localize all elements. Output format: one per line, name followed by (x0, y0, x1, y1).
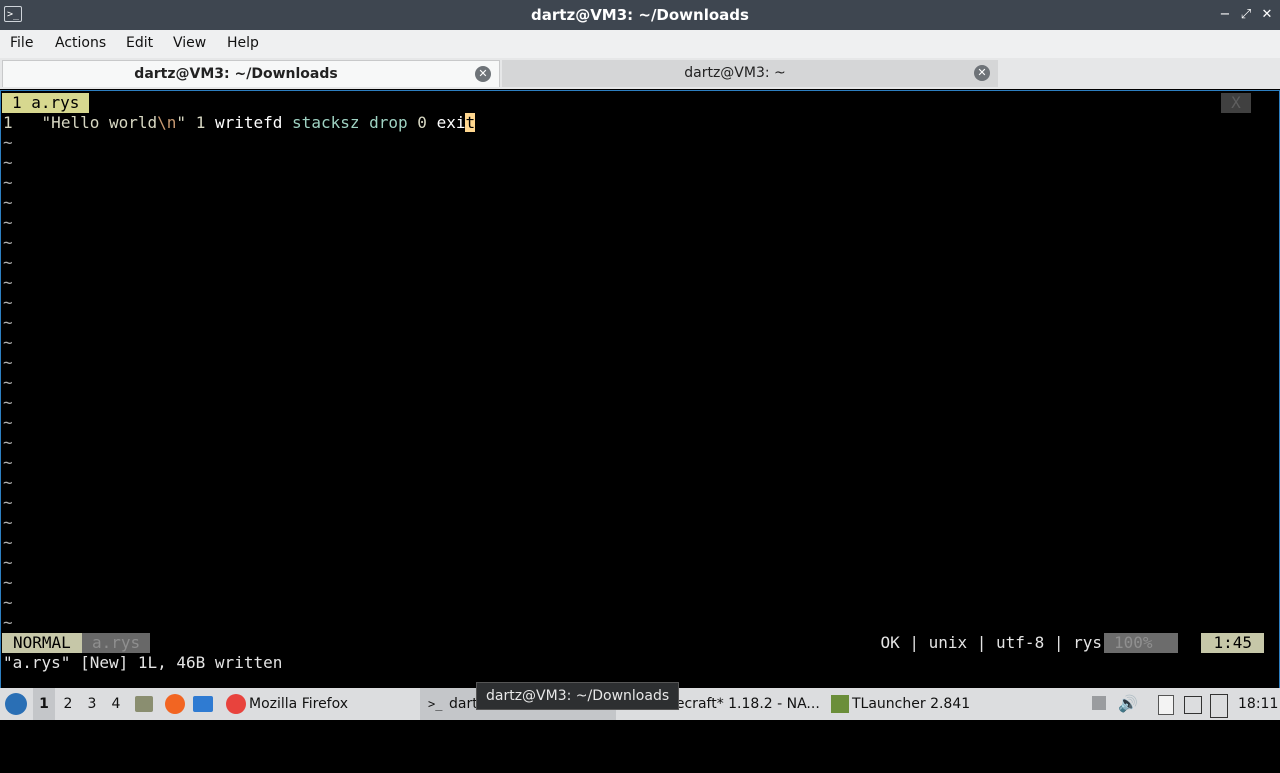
taskbar-firefox[interactable]: Mozilla Firefox (222, 688, 418, 720)
line-number: 1 (3, 113, 13, 132)
file-manager-icon[interactable] (135, 696, 153, 712)
percent-badge: 100% (1104, 633, 1178, 653)
tilde-marker: ~ (3, 233, 13, 252)
tilde-marker: ~ (3, 153, 13, 172)
vim-message-line: "a.rys" [New] 1L, 46B written (3, 653, 283, 672)
taskbar-tlauncher-label: TLauncher 2.841 (852, 696, 971, 712)
update-icon[interactable] (1184, 696, 1202, 714)
close-window-button[interactable]: ✕ (1258, 6, 1276, 24)
tilde-marker: ~ (3, 593, 13, 612)
tilde-marker: ~ (3, 213, 13, 232)
menu-edit[interactable]: Edit (126, 35, 153, 51)
network-icon[interactable] (1210, 694, 1228, 718)
tab-bar: dartz@VM3: ~/Downloads ✕ dartz@VM3: ~ ✕ (0, 58, 1280, 89)
terminal-area[interactable]: 1 a.rys X 1 "Hello world\n" 1 writefd st… (0, 90, 1280, 688)
taskbar-terminal-label: dart (449, 696, 478, 712)
tab-close-icon[interactable]: ✕ (974, 65, 990, 81)
tilde-marker: ~ (3, 253, 13, 272)
volume-icon[interactable]: 🔊 (1118, 688, 1138, 720)
workspace-4[interactable]: 4 (105, 688, 127, 720)
vim-statusline: NORMAL a.rys OK | unix | utf-8 | rys 100… (2, 633, 1278, 653)
tilde-marker: ~ (3, 553, 13, 572)
tilde-marker: ~ (3, 513, 13, 532)
start-menu-icon[interactable] (5, 693, 27, 715)
tilde-marker: ~ (3, 313, 13, 332)
tilde-marker: ~ (3, 473, 13, 492)
keyword-stacksz: stacksz (292, 113, 360, 132)
tilde-marker: ~ (3, 333, 13, 352)
tilde-marker: ~ (3, 353, 13, 372)
tilde-marker: ~ (3, 373, 13, 392)
desktop-icon[interactable] (193, 696, 213, 712)
clipboard-icon[interactable] (1158, 695, 1174, 715)
maximize-button[interactable]: ⤢ (1237, 6, 1255, 24)
tab-close-icon[interactable]: ✕ (475, 66, 491, 82)
tilde-marker: ~ (3, 613, 13, 632)
file-badge: a.rys (82, 633, 151, 653)
terminal-icon: >_ (428, 697, 443, 711)
code-line: 1 "Hello world\n" 1 writefd stacksz drop… (3, 113, 476, 133)
tilde-marker: ~ (3, 273, 13, 292)
keyword-drop: drop (369, 113, 408, 132)
tab-home[interactable]: dartz@VM3: ~ ✕ (502, 60, 998, 87)
escape-sequence: \n (157, 113, 177, 132)
tilde-marker: ~ (3, 493, 13, 512)
minimize-button[interactable]: − (1216, 6, 1234, 24)
string-literal: "Hello world (41, 113, 158, 132)
menu-actions[interactable]: Actions (55, 35, 106, 51)
tilde-marker: ~ (3, 293, 13, 312)
cursor-position-badge: 1:45 (1201, 633, 1264, 653)
number-literal: 0 (417, 113, 427, 132)
clock: 18:11 (1238, 696, 1279, 712)
title-bar: >_ dartz@VM3: ~/Downloads − ⤢ ✕ (0, 0, 1280, 30)
tray-arrow-icon[interactable] (1092, 696, 1106, 710)
tilde-marker: ~ (3, 453, 13, 472)
menu-view[interactable]: View (173, 35, 206, 51)
tab-label: dartz@VM3: ~/Downloads (134, 66, 338, 82)
taskbar-tlauncher[interactable]: TLauncher 2.841 (828, 688, 1024, 720)
taskbar-minecraft-label: necraft* 1.18.2 - NA... (667, 696, 820, 712)
tilde-marker: ~ (3, 133, 13, 152)
tab-downloads[interactable]: dartz@VM3: ~/Downloads ✕ (2, 60, 500, 87)
tilde-marker: ~ (3, 413, 13, 432)
keyword-writefd: writefd (214, 113, 283, 132)
menu-file[interactable]: File (10, 35, 33, 51)
vim-tabline-close[interactable]: X (1221, 93, 1251, 113)
taskbar-firefox-label: Mozilla Firefox (249, 696, 349, 712)
firefox-icon (226, 694, 246, 714)
mode-badge: NORMAL (2, 633, 82, 653)
tab-label: dartz@VM3: ~ (684, 65, 786, 81)
keyword-exit: exi (436, 113, 466, 132)
menu-bar: File Actions Edit View Help (0, 30, 1280, 58)
tilde-marker: ~ (3, 193, 13, 212)
vim-tabline[interactable]: 1 a.rys (2, 93, 90, 113)
workspace-1[interactable]: 1 (33, 688, 55, 720)
tilde-marker: ~ (3, 393, 13, 412)
file-info: OK | unix | utf-8 | rys (880, 633, 1102, 652)
menu-help[interactable]: Help (227, 35, 259, 51)
text-cursor: t (465, 113, 476, 132)
tilde-marker: ~ (3, 433, 13, 452)
tilde-marker: ~ (3, 573, 13, 592)
string-close: " (176, 113, 187, 132)
window-title: dartz@VM3: ~/Downloads (531, 6, 749, 24)
number-literal: 1 (195, 113, 206, 132)
tilde-marker: ~ (3, 173, 13, 192)
tilde-marker: ~ (3, 533, 13, 552)
tlauncher-icon (831, 695, 849, 713)
tooltip: dartz@VM3: ~/Downloads (476, 682, 680, 710)
workspace-3[interactable]: 3 (81, 688, 103, 720)
firefox-launcher-icon[interactable] (165, 694, 185, 714)
workspace-2[interactable]: 2 (57, 688, 79, 720)
